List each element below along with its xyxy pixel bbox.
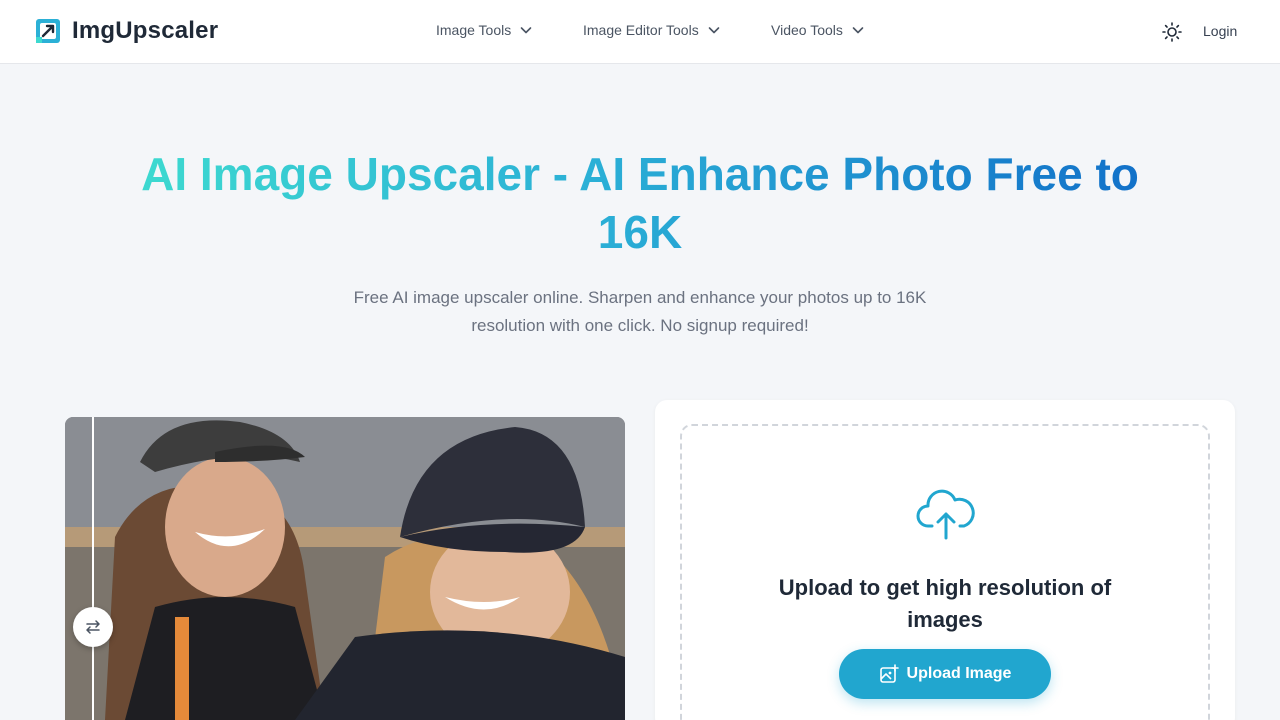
image-plus-icon xyxy=(879,664,899,683)
compare-slider-handle[interactable] xyxy=(73,607,113,647)
nav-image-tools[interactable]: Image Tools xyxy=(436,22,533,38)
compare-divider xyxy=(92,417,94,720)
cloud-upload-icon xyxy=(916,489,975,540)
nav-label: Image Tools xyxy=(436,22,512,38)
upload-image-button[interactable]: Upload Image xyxy=(839,649,1051,699)
sample-photo xyxy=(65,417,625,720)
page-title: AI Image Upscaler - AI Enhance Photo Fre… xyxy=(140,145,1140,261)
upload-button-label: Upload Image xyxy=(906,665,1012,682)
sun-icon[interactable] xyxy=(1161,21,1183,43)
before-after-compare[interactable] xyxy=(65,417,625,720)
nav-video-tools[interactable]: Video Tools xyxy=(771,22,865,38)
chevron-down-icon xyxy=(520,27,532,34)
nav-image-editor-tools[interactable]: Image Editor Tools xyxy=(583,22,721,38)
page-subtitle: Free AI image upscaler online. Sharpen a… xyxy=(353,288,927,335)
chevron-down-icon xyxy=(708,27,720,34)
nav-label: Image Editor Tools xyxy=(583,22,699,38)
chevron-down-icon xyxy=(852,27,864,34)
login-link[interactable]: Login xyxy=(1203,23,1237,39)
nav-label: Video Tools xyxy=(771,22,843,38)
main-nav: Image Tools Image Editor Tools Video Too… xyxy=(0,22,1280,42)
upload-title: Upload to get high resolution of images xyxy=(778,575,1112,632)
swap-arrows-icon xyxy=(86,620,100,634)
top-navbar: ImgUpscaler Image Tools Image Editor Too… xyxy=(0,0,1280,64)
